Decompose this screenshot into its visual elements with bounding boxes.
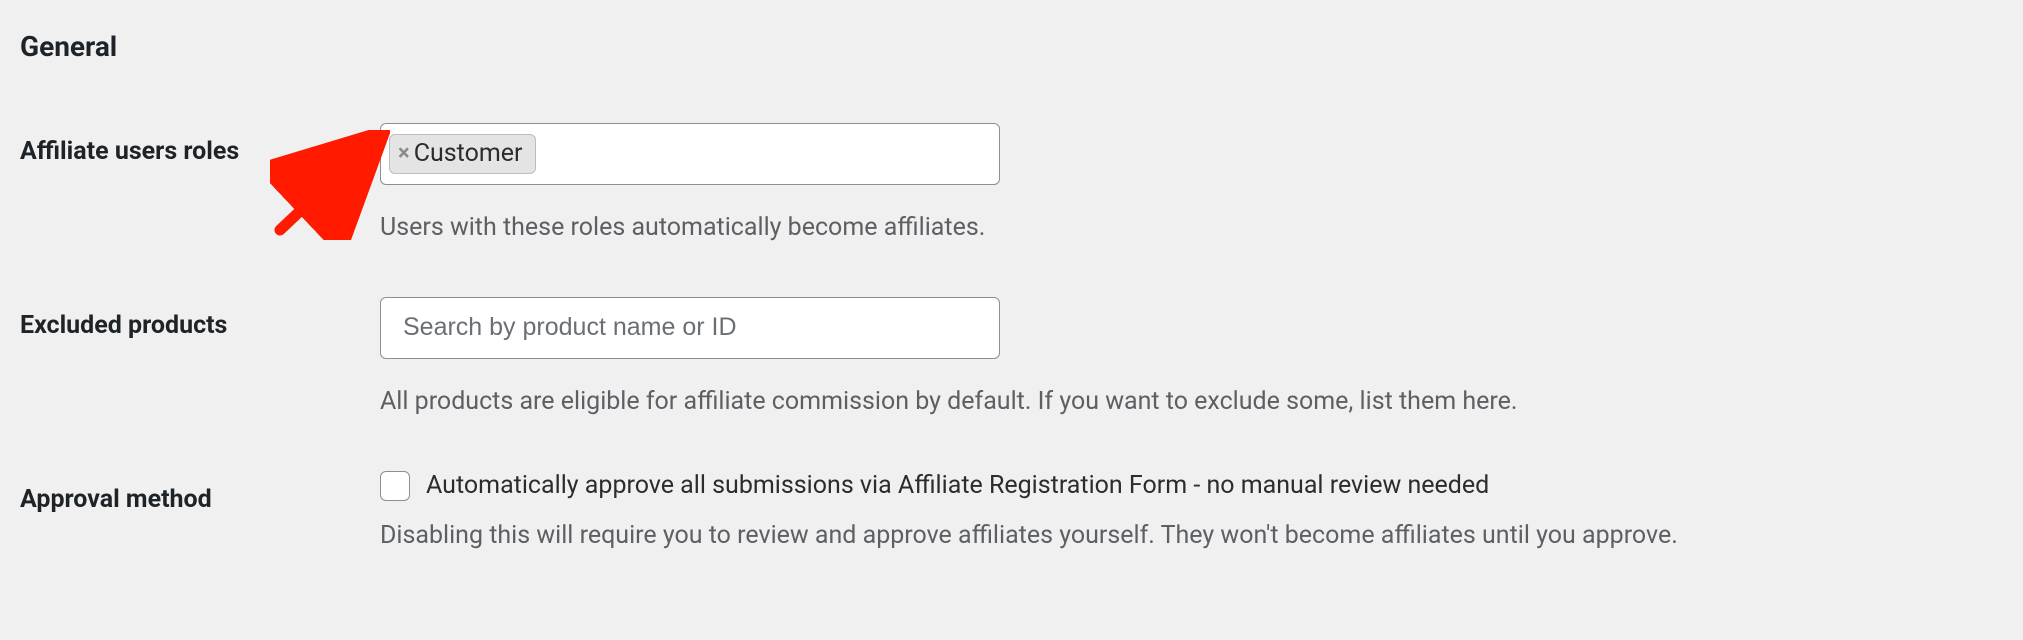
role-tag-label: Customer	[414, 139, 523, 169]
approval-checkbox-label: Automatically approve all submissions vi…	[426, 471, 1489, 500]
approval-auto-checkbox[interactable]	[380, 471, 410, 501]
field-approval-method: Approval method Automatically approve al…	[20, 471, 2003, 553]
affiliate-roles-input[interactable]: × Customer	[380, 123, 1000, 185]
field-excluded-products: Excluded products All products are eligi…	[20, 297, 2003, 419]
approval-method-label: Approval method	[20, 471, 380, 514]
excluded-products-input[interactable]	[380, 297, 1000, 359]
affiliate-roles-label: Affiliate users roles	[20, 123, 380, 166]
field-affiliate-users-roles: Affiliate users roles × Customer Users w…	[20, 123, 2003, 245]
role-tag-customer[interactable]: × Customer	[389, 134, 536, 174]
affiliate-roles-help: Users with these roles automatically bec…	[380, 211, 2003, 245]
remove-tag-icon[interactable]: ×	[398, 143, 410, 165]
excluded-products-help: All products are eligible for affiliate …	[380, 385, 2003, 419]
section-title: General	[20, 30, 2003, 63]
excluded-products-label: Excluded products	[20, 297, 380, 340]
approval-method-help: Disabling this will require you to revie…	[380, 519, 2003, 553]
